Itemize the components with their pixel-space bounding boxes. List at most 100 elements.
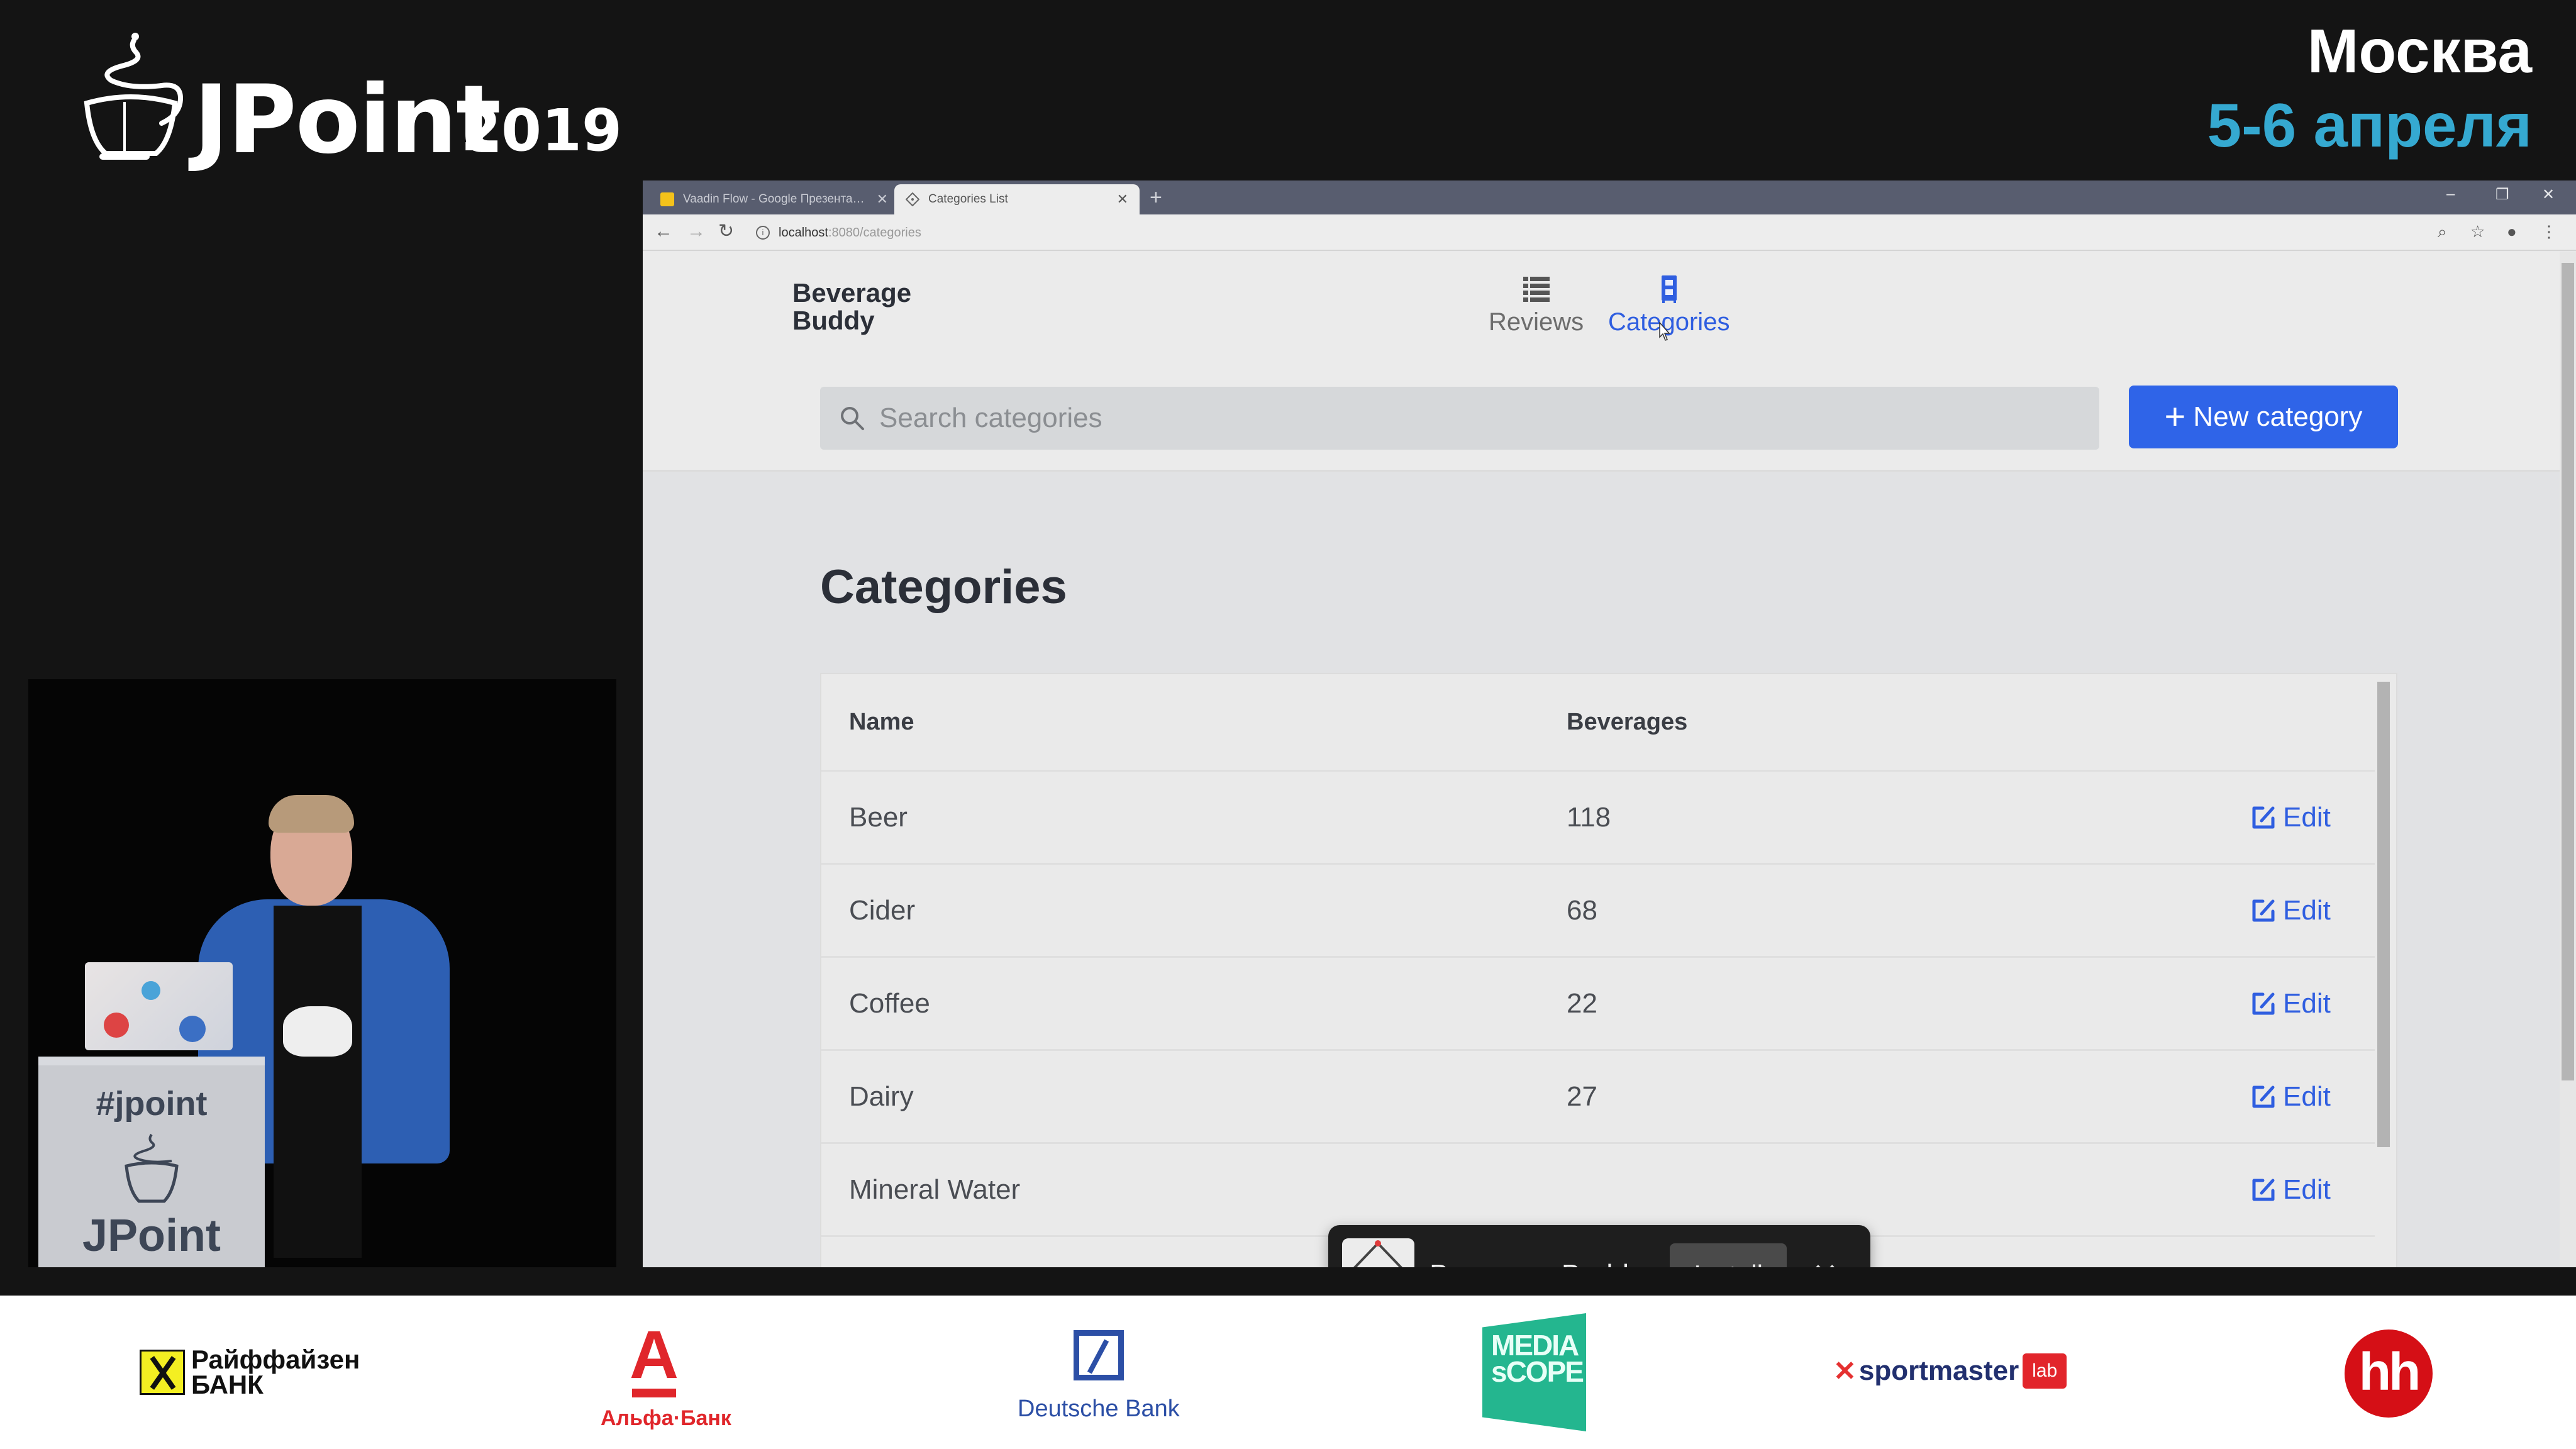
edit-button[interactable]: Edit (2249, 988, 2331, 1019)
table-row[interactable]: Mineral Water Edit (821, 1144, 2375, 1237)
browser-tab-categories[interactable]: Categories List ✕ (894, 184, 1140, 214)
table-row[interactable]: Dairy 27 Edit (821, 1051, 2375, 1144)
conference-dates: 5-6 апреля (2207, 91, 2532, 160)
new-tab-button[interactable]: + (1150, 186, 1162, 210)
column-header-name[interactable]: Name (849, 709, 914, 736)
cell-name: Dairy (849, 1080, 914, 1112)
mediascope-line1: MEDIA (1491, 1329, 1579, 1362)
raiffeisen-logo-icon (140, 1350, 185, 1395)
minimize-button[interactable]: – (2446, 186, 2455, 203)
tab-title: Categories List (928, 192, 1008, 206)
edit-button[interactable]: Edit (2249, 1081, 2331, 1113)
grid-scrollbar[interactable] (2377, 682, 2390, 1147)
table-row[interactable]: Coffee 22 Edit (821, 958, 2375, 1051)
forward-arrow-icon[interactable]: → (687, 222, 706, 241)
close-window-button[interactable]: ✕ (2542, 186, 2555, 204)
archive-icon (1661, 275, 1677, 303)
sponsor-raiffeisen: Райффайзен БАНК (140, 1346, 360, 1399)
edit-icon (2252, 806, 2275, 828)
raiffeisen-line2: БАНК (191, 1370, 264, 1399)
app-diamond-icon (1342, 1238, 1414, 1267)
conference-logo: JPoint 2019 (74, 28, 622, 175)
tab-title: Vaadin Flow - Google Презента… (683, 192, 865, 206)
podium: #jpoint JPoint (38, 1057, 265, 1267)
laptop (85, 962, 233, 1050)
new-category-label: New category (2193, 401, 2363, 432)
browser-toolbar: ← → ↻ i localhost :8080/categories ⌕ ☆ ●… (643, 214, 2576, 251)
alfa-logo-icon: А (630, 1316, 679, 1392)
close-tab-icon[interactable]: ✕ (1117, 191, 1128, 208)
deutsche-bank-logo-icon (1073, 1330, 1124, 1380)
sponsor-deutsche-bank: Deutsche Bank (1018, 1330, 1180, 1423)
edit-label: Edit (2283, 801, 2331, 833)
sportmaster-name: sportmaster (1858, 1355, 2019, 1386)
mediascope-line2: sCOPE (1491, 1355, 1584, 1388)
list-icon (1523, 277, 1550, 302)
bookmark-star-icon[interactable]: ☆ (2470, 223, 2485, 240)
edit-label: Edit (2283, 1174, 2331, 1205)
sponsor-sportmaster: ✕ sportmaster lab (1833, 1353, 2067, 1389)
page-scrollbar-track (2560, 252, 2576, 1267)
page-scrollbar-thumb[interactable] (2562, 263, 2574, 1080)
browser-window: Vaadin Flow - Google Презента… ✕ Categor… (643, 180, 2576, 1267)
site-info-icon[interactable]: i (756, 226, 770, 240)
cell-name: Beer (849, 801, 908, 833)
app-diamond-icon (906, 192, 919, 206)
column-header-beverages[interactable]: Beverages (1567, 709, 1687, 736)
speaker-video: #jpoint JPoint (28, 679, 616, 1267)
sponsor-strip: Райффайзен БАНК А Альфа·Банк Deutsche Ba… (0, 1296, 2576, 1449)
sponsor-mediascope: MEDIA sCOPE (1482, 1313, 1586, 1431)
sponsor-alfa-bank: А Альфа·Банк (601, 1316, 731, 1431)
edit-icon (2252, 899, 2275, 921)
app-logo-line2: Buddy (792, 306, 875, 335)
conference-brand: JPoint (194, 65, 501, 175)
coffee-cup-logo-icon (84, 33, 184, 160)
podium-brand: JPoint (82, 1211, 221, 1261)
edit-icon (2252, 992, 2275, 1014)
zoom-icon[interactable]: ⌕ (2438, 223, 2447, 240)
menu-kebab-icon[interactable]: ⋮ (2541, 223, 2557, 240)
install-button[interactable]: Install (1670, 1243, 1787, 1267)
cell-beverages: 27 (1567, 1080, 1597, 1112)
edit-label: Edit (2283, 1080, 2331, 1112)
podium-cup-icon (125, 1133, 179, 1203)
app-header: Beverage Buddy Reviews Categories Search… (643, 252, 2560, 472)
close-tab-icon[interactable]: ✕ (877, 191, 888, 208)
categories-grid: Name Beverages Beer 118 Edit Cider 68 Edit Cof… (820, 673, 2397, 1267)
url-host: localhost (779, 225, 828, 240)
cell-name: Cider (849, 894, 916, 926)
cell-beverages: 22 (1567, 987, 1597, 1019)
deutsche-bank-name: Deutsche Bank (1018, 1396, 1180, 1422)
cell-beverages: 68 (1567, 894, 1597, 926)
profile-icon[interactable]: ● (2507, 223, 2517, 240)
sponsor-hh: hh (2345, 1330, 2433, 1418)
edit-button[interactable]: Edit (2249, 1174, 2331, 1206)
pwa-install-banner: Beverage Buddy Install ✕ (1328, 1225, 1870, 1267)
search-input[interactable] (879, 402, 2011, 434)
plus-icon: + (2164, 396, 2186, 437)
restore-button[interactable]: ❐ (2496, 186, 2509, 204)
cell-name: Coffee (849, 987, 930, 1019)
edit-button[interactable]: Edit (2249, 802, 2331, 833)
sportmaster-lab-badge: lab (2023, 1353, 2067, 1389)
table-row[interactable]: Cider 68 Edit (821, 865, 2375, 958)
url-path: :8080/categories (828, 225, 921, 240)
app-logo[interactable]: Beverage Buddy (792, 279, 911, 335)
reload-icon[interactable]: ↻ (718, 222, 734, 241)
search-field[interactable] (820, 387, 2099, 450)
cell-beverages: 118 (1567, 801, 1611, 833)
new-category-button[interactable]: + New category (2129, 386, 2398, 448)
table-row[interactable]: Beer 118 Edit (821, 772, 2375, 865)
app-logo-line1: Beverage (792, 278, 912, 308)
edit-button[interactable]: Edit (2249, 895, 2331, 926)
cell-name: Mineral Water (849, 1174, 1021, 1205)
edit-icon (2252, 1085, 2275, 1108)
install-app-name: Beverage Buddy (1430, 1258, 1643, 1268)
address-bar[interactable]: i localhost :8080/categories (756, 219, 2467, 246)
close-icon[interactable]: ✕ (1812, 1257, 1838, 1268)
browser-tab-slides[interactable]: Vaadin Flow - Google Презента… ✕ (649, 184, 899, 214)
nav-tab-reviews[interactable]: Reviews (1489, 274, 1584, 336)
conference-year: 2019 (461, 97, 623, 164)
back-arrow-icon[interactable]: ← (654, 222, 673, 241)
search-icon (841, 407, 864, 430)
